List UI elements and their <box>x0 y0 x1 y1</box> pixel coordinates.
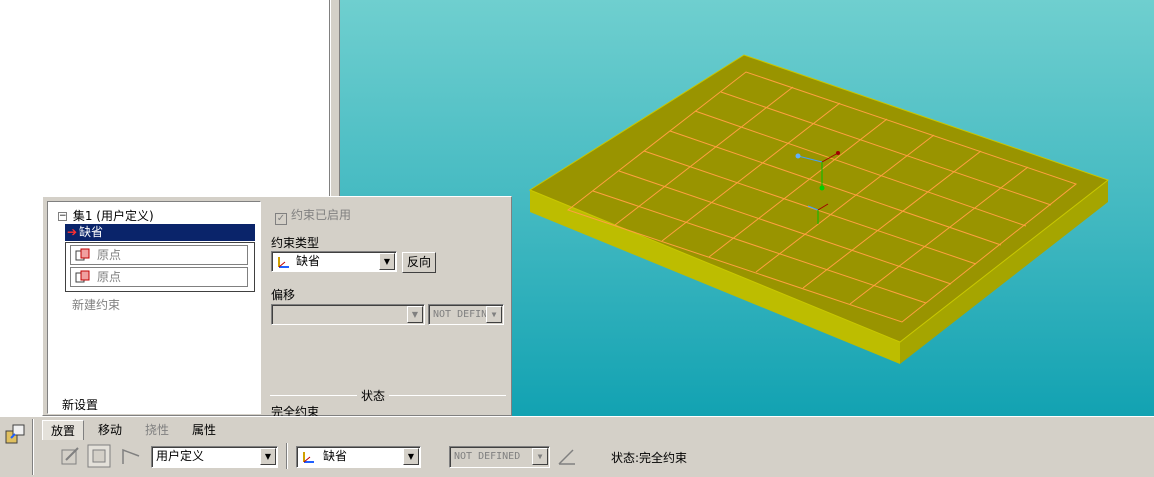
edit-constraint-icon[interactable] <box>58 444 82 468</box>
selected-constraint-row[interactable]: ➔ 缺省 <box>65 224 255 241</box>
dashboard-constraint-select[interactable]: 缺省 ▼ <box>296 446 421 468</box>
constraint-set-list[interactable]: − 集1 (用户定义) ➔ 缺省 原点 原点 新建约束 新设置 <box>47 201 261 414</box>
dashboard-offset-select[interactable]: NOT DEFINED ▼ <box>449 446 550 468</box>
separate-window-icon[interactable] <box>87 444 111 468</box>
chevron-down-icon[interactable]: ▼ <box>403 448 419 465</box>
datum-point-icon <box>75 270 90 283</box>
new-constraint-link[interactable]: 新建约束 <box>72 296 120 313</box>
flip-button[interactable]: 反向 <box>402 252 436 273</box>
chevron-down-icon[interactable]: ▼ <box>532 448 548 465</box>
tab-move[interactable]: 移动 <box>90 420 130 440</box>
selected-constraint-label: 缺省 <box>79 225 104 239</box>
chevron-down-icon[interactable]: ▼ <box>486 306 502 323</box>
datum-point-icon <box>75 248 90 261</box>
dashboard-offset-value: NOT DEFINED <box>454 451 521 462</box>
toolbar-separator <box>286 443 288 469</box>
reference-list: 原点 原点 <box>65 242 255 292</box>
checkmark-icon: ✓ <box>275 213 287 225</box>
default-constraint-icon <box>278 257 289 268</box>
constraint-placement-icon[interactable] <box>4 423 26 445</box>
reference-label-2: 原点 <box>97 270 122 284</box>
reference-label-1: 原点 <box>97 248 122 262</box>
tab-placement[interactable]: 放置 <box>42 420 85 440</box>
tab-properties[interactable]: 属性 <box>184 420 224 440</box>
offset-select[interactable]: ▼ <box>271 304 425 325</box>
offset-unit-select[interactable]: NOT DEFINED ▼ <box>428 304 504 325</box>
dashboard-separator <box>32 419 34 475</box>
constraint-set-item[interactable]: − 集1 (用户定义) <box>58 207 154 224</box>
collapse-icon[interactable]: − <box>58 212 67 221</box>
connection-type-select[interactable]: 用户定义 ▼ <box>151 446 278 468</box>
dashboard-status: 状态:完全约束 <box>611 451 688 465</box>
tab-flexibility[interactable]: 挠性 <box>137 420 177 440</box>
reference-field-2[interactable]: 原点 <box>70 267 248 287</box>
new-set-link[interactable]: 新设置 <box>62 396 98 413</box>
mechanism-icon[interactable] <box>119 444 143 468</box>
dashboard: 放置 移动 挠性 属性 用户定义 ▼ 缺省 ▼ NOT DEFINED ▼ 状态… <box>0 416 1154 477</box>
placement-panel: − 集1 (用户定义) ➔ 缺省 原点 原点 新建约束 新设置 ✓ 约束已启用 … <box>42 196 512 419</box>
constraint-type-select[interactable]: 缺省 ▼ <box>271 251 397 272</box>
chevron-down-icon[interactable]: ▼ <box>260 448 276 465</box>
constraint-type-label: 约束类型 <box>271 236 320 250</box>
offset-label: 偏移 <box>271 288 296 302</box>
reference-field-1[interactable]: 原点 <box>70 245 248 265</box>
dashboard-constraint-value: 缺省 <box>323 449 348 463</box>
angle-icon[interactable] <box>555 444 579 468</box>
arrow-icon: ➔ <box>67 225 78 239</box>
constraint-enabled-label: 约束已启用 <box>291 208 352 222</box>
chevron-down-icon[interactable]: ▼ <box>379 253 395 270</box>
connection-type-value: 用户定义 <box>156 449 205 463</box>
constraint-type-value: 缺省 <box>296 254 321 268</box>
chevron-down-icon[interactable]: ▼ <box>407 306 423 323</box>
constraint-enabled-checkbox[interactable]: ✓ 约束已启用 <box>275 206 351 225</box>
status-title: 状态 <box>357 387 390 404</box>
default-constraint-icon <box>303 452 314 463</box>
set-label: 集1 (用户定义) <box>72 209 154 223</box>
